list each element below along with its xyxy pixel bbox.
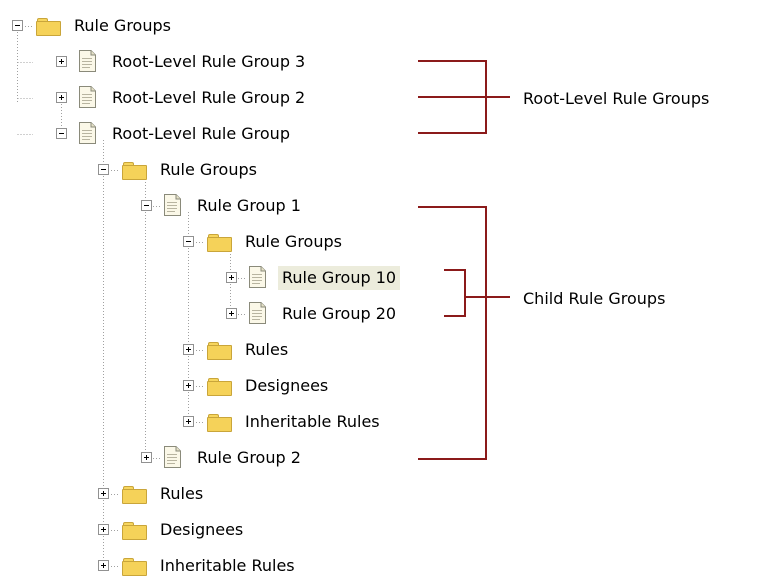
collapse-toggle[interactable] — [56, 128, 67, 139]
tree-node-label: Rule Group 20 — [282, 304, 397, 323]
collapse-toggle[interactable] — [98, 164, 109, 175]
tree-node-label: Root-Level Rule Group 2 — [112, 88, 306, 107]
folder-icon — [207, 377, 232, 396]
folder-icon — [122, 485, 147, 504]
collapse-toggle[interactable] — [141, 200, 152, 211]
tree-node-label: Rule Group 2 — [197, 448, 301, 467]
expand-toggle[interactable] — [226, 272, 237, 283]
folder-icon — [207, 341, 232, 360]
expand-toggle[interactable] — [183, 380, 194, 391]
document-icon — [79, 86, 96, 108]
expand-toggle[interactable] — [183, 416, 194, 427]
document-icon — [164, 446, 181, 468]
document-icon — [164, 194, 181, 216]
tree-node-label: Inheritable Rules — [160, 556, 295, 575]
document-icon — [249, 266, 266, 288]
annotation-child-rule-groups: Child Rule Groups — [523, 289, 666, 308]
collapse-toggle[interactable] — [183, 236, 194, 247]
expand-toggle[interactable] — [183, 344, 194, 355]
tree-node-label: Root-Level Rule Group 3 — [112, 52, 306, 71]
folder-icon — [207, 413, 232, 432]
tree-node-label: Root-Level Rule Group — [112, 124, 290, 143]
tree-node-label: Designees — [245, 376, 329, 395]
tree-node-label: Rule Groups — [245, 232, 342, 251]
expand-toggle[interactable] — [98, 488, 109, 499]
folder-icon — [207, 233, 232, 252]
tree-node-label: Inheritable Rules — [245, 412, 380, 431]
tree-node-label: Rules — [160, 484, 204, 503]
tree-node-label: Rule Groups — [74, 16, 171, 35]
tree-node-label: Rule Group 1 — [197, 196, 301, 215]
document-icon — [79, 122, 96, 144]
expand-toggle[interactable] — [226, 308, 237, 319]
tree-node-label: Rules — [245, 340, 289, 359]
expand-toggle[interactable] — [141, 452, 152, 463]
collapse-toggle[interactable] — [12, 20, 23, 31]
document-icon — [249, 302, 266, 324]
tree-node-label: Designees — [160, 520, 244, 539]
expand-toggle[interactable] — [56, 92, 67, 103]
expand-toggle[interactable] — [98, 560, 109, 571]
expand-toggle[interactable] — [98, 524, 109, 535]
tree-node-label: Rule Groups — [160, 160, 257, 179]
annotation-root-level-rule-groups: Root-Level Rule Groups — [523, 89, 710, 108]
folder-icon — [122, 557, 147, 576]
expand-toggle[interactable] — [56, 56, 67, 67]
document-icon — [79, 50, 96, 72]
folder-icon — [122, 161, 147, 180]
tree-node-label: Rule Group 10 — [278, 266, 401, 290]
folder-icon — [36, 17, 61, 36]
folder-icon — [122, 521, 147, 540]
